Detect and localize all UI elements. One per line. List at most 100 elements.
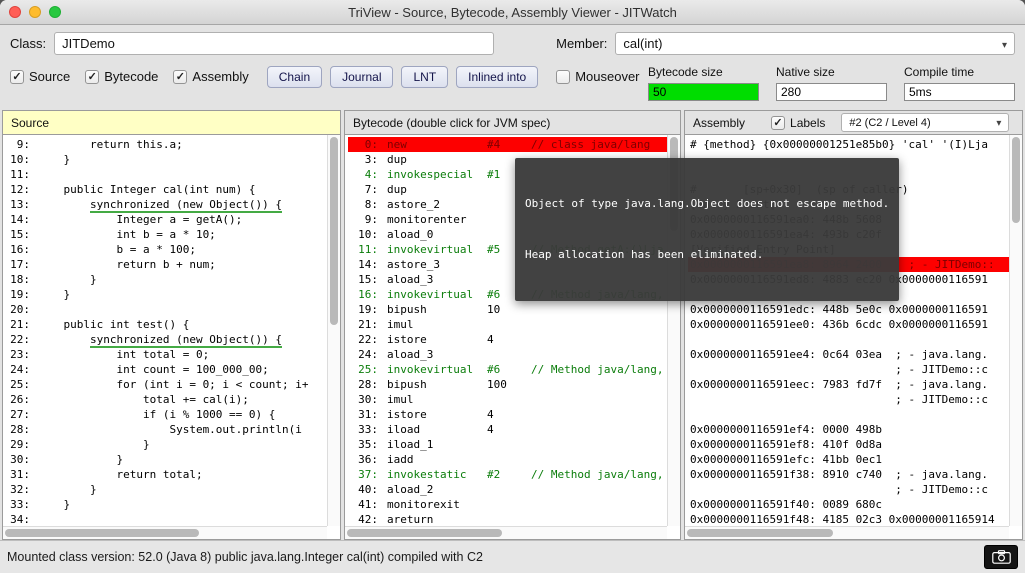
eliminated-lock-highlight: synchronized (new Object()) {	[90, 198, 282, 213]
source-line[interactable]: 22: synchronized (new Object()) {	[6, 332, 327, 347]
compilation-dropdown[interactable]: #2 (C2 / Level 4)	[841, 113, 1009, 132]
assembly-line[interactable]: 0x0000000116591eec: 7983 fd7f ; - java.l…	[688, 377, 1009, 392]
source-line[interactable]: 30: }	[6, 452, 327, 467]
assembly-line[interactable]	[688, 332, 1009, 347]
bytecode-offset: 4:	[350, 167, 378, 182]
bytecode-row[interactable]: 31:istore4	[348, 407, 667, 422]
tooltip-line-2: Heap allocation has been eliminated.	[525, 246, 889, 263]
source-line[interactable]: 16: b = a * 100;	[6, 242, 327, 257]
source-line-number: 31:	[6, 467, 30, 482]
assembly-line[interactable]: 0x0000000116591edc: 448b 5e0c 0x00000001…	[688, 302, 1009, 317]
source-line[interactable]: 29: }	[6, 437, 327, 452]
source-line-number: 34:	[6, 512, 30, 526]
bytecode-row[interactable]: 30:imul	[348, 392, 667, 407]
source-line[interactable]: 12: public Integer cal(int num) {	[6, 182, 327, 197]
assembly-line[interactable]: ; - JITDemo::c	[688, 482, 1009, 497]
source-line[interactable]: 33: }	[6, 497, 327, 512]
zoom-icon[interactable]	[49, 6, 61, 18]
member-dropdown[interactable]: cal(int)	[615, 32, 1015, 55]
assembly-line[interactable]: ; - JITDemo::c	[688, 392, 1009, 407]
source-line[interactable]: 14: Integer a = getA();	[6, 212, 327, 227]
close-icon[interactable]	[9, 6, 21, 18]
statusbar: Mounted class version: 52.0 (Java 8) pub…	[0, 540, 1025, 573]
assembly-vscrollbar[interactable]	[1009, 135, 1022, 526]
bytecode-row[interactable]: 25:invokevirtual#6// Method java/lang,	[348, 362, 667, 377]
bytecode-operand	[487, 437, 531, 452]
source-line[interactable]: 28: System.out.println(i	[6, 422, 327, 437]
source-line[interactable]: 9: return this.a;	[6, 137, 327, 152]
source-line[interactable]: 13: synchronized (new Object()) {	[6, 197, 327, 212]
assembly-line[interactable]: 0x0000000116591ef4: 0000 498b	[688, 422, 1009, 437]
bytecode-row[interactable]: 21:imul	[348, 317, 667, 332]
chain-button[interactable]: Chain	[267, 66, 322, 88]
source-line[interactable]: 31: return total;	[6, 467, 327, 482]
assembly-line[interactable]: 0x0000000116591efc: 41bb 0ec1	[688, 452, 1009, 467]
source-line[interactable]: 21: public int test() {	[6, 317, 327, 332]
assembly-line[interactable]: # {method} {0x00000001251e85b0} 'cal' '(…	[688, 137, 1009, 152]
compile-stats: Bytecode size 50 Native size 280 Compile…	[648, 65, 1015, 101]
bytecode-hscrollbar-thumb[interactable]	[347, 529, 502, 537]
journal-button[interactable]: Journal	[330, 66, 393, 88]
bytecode-row[interactable]: 22:istore4	[348, 332, 667, 347]
assembly-line[interactable]: 0x0000000116591ee0: 436b 6cdc 0x00000001…	[688, 317, 1009, 332]
assembly-line[interactable]: ; - JITDemo::c	[688, 362, 1009, 377]
bytecode-row[interactable]: 0:new#4// class java/lang	[348, 137, 667, 152]
source-line[interactable]: 17: return b + num;	[6, 257, 327, 272]
bytecode-row[interactable]: 19:bipush10	[348, 302, 667, 317]
mouseover-checkbox[interactable]: Mouseover	[556, 69, 639, 84]
bytecode-row[interactable]: 36:iadd	[348, 452, 667, 467]
bytecode-row[interactable]: 42:areturn	[348, 512, 667, 526]
bytecode-row[interactable]: 28:bipush100	[348, 377, 667, 392]
source-line[interactable]: 19: }	[6, 287, 327, 302]
bytecode-row[interactable]: 24:aload_3	[348, 347, 667, 362]
bytecode-offset: 9:	[350, 212, 378, 227]
source-line[interactable]: 23: int total = 0;	[6, 347, 327, 362]
source-hscrollbar[interactable]	[3, 526, 327, 539]
assembly-line[interactable]: 0x0000000116591f38: 8910 c740 ; - java.l…	[688, 467, 1009, 482]
bytecode-checkbox[interactable]: Bytecode	[85, 69, 158, 84]
minimize-icon[interactable]	[29, 6, 41, 18]
labels-checkbox[interactable]: Labels	[771, 116, 825, 130]
source-checkbox[interactable]: Source	[10, 69, 70, 84]
source-line[interactable]: 20:	[6, 302, 327, 317]
source-line[interactable]: 11:	[6, 167, 327, 182]
assembly-vscrollbar-thumb[interactable]	[1012, 137, 1020, 223]
source-line[interactable]: 15: int b = a * 10;	[6, 227, 327, 242]
inlined-into-button[interactable]: Inlined into	[456, 66, 538, 88]
source-line-number: 15:	[6, 227, 30, 242]
assembly-line[interactable]: 0x0000000116591f48: 4185 02c3 0x00000001…	[688, 512, 1009, 526]
bytecode-row[interactable]: 33:iload4	[348, 422, 667, 437]
assembly-line[interactable]	[688, 407, 1009, 422]
bytecode-checkbox-label: Bytecode	[104, 69, 158, 84]
source-line[interactable]: 26: total += cal(i);	[6, 392, 327, 407]
bytecode-row[interactable]: 41:monitorexit	[348, 497, 667, 512]
source-vscrollbar[interactable]	[327, 135, 340, 526]
assembly-hscrollbar-thumb[interactable]	[687, 529, 833, 537]
bytecode-row[interactable]: 40:aload_2	[348, 482, 667, 497]
source-line[interactable]: 25: for (int i = 0; i < count; i+	[6, 377, 327, 392]
native-size-stat: Native size 280	[776, 65, 887, 101]
assembly-line[interactable]: 0x0000000116591ee4: 0c64 03ea ; - java.l…	[688, 347, 1009, 362]
bytecode-operand	[487, 347, 531, 362]
source-line[interactable]: 10: }	[6, 152, 327, 167]
assembly-checkbox[interactable]: Assembly	[173, 69, 248, 84]
bytecode-row[interactable]: 35:iload_1	[348, 437, 667, 452]
source-line[interactable]: 27: if (i % 1000 == 0) {	[6, 407, 327, 422]
source-line-number: 19:	[6, 287, 30, 302]
source-vscrollbar-thumb[interactable]	[330, 137, 338, 325]
lnt-button[interactable]: LNT	[401, 66, 448, 88]
bytecode-row[interactable]: 37:invokestatic#2// Method java/lang,	[348, 467, 667, 482]
assembly-line[interactable]: 0x0000000116591f40: 0089 680c	[688, 497, 1009, 512]
source-line[interactable]: 24: int count = 100_000_00;	[6, 362, 327, 377]
assembly-hscrollbar[interactable]	[685, 526, 1009, 539]
assembly-line[interactable]: 0x0000000116591ef8: 410f 0d8a	[688, 437, 1009, 452]
screenshot-button[interactable]	[984, 545, 1018, 569]
bytecode-hscrollbar[interactable]	[345, 526, 667, 539]
source-line-number: 12:	[6, 182, 30, 197]
bytecode-offset: 28:	[350, 377, 378, 392]
class-input[interactable]	[54, 32, 494, 55]
source-line[interactable]: 18: }	[6, 272, 327, 287]
source-hscrollbar-thumb[interactable]	[5, 529, 199, 537]
source-line[interactable]: 34:	[6, 512, 327, 526]
source-line[interactable]: 32: }	[6, 482, 327, 497]
